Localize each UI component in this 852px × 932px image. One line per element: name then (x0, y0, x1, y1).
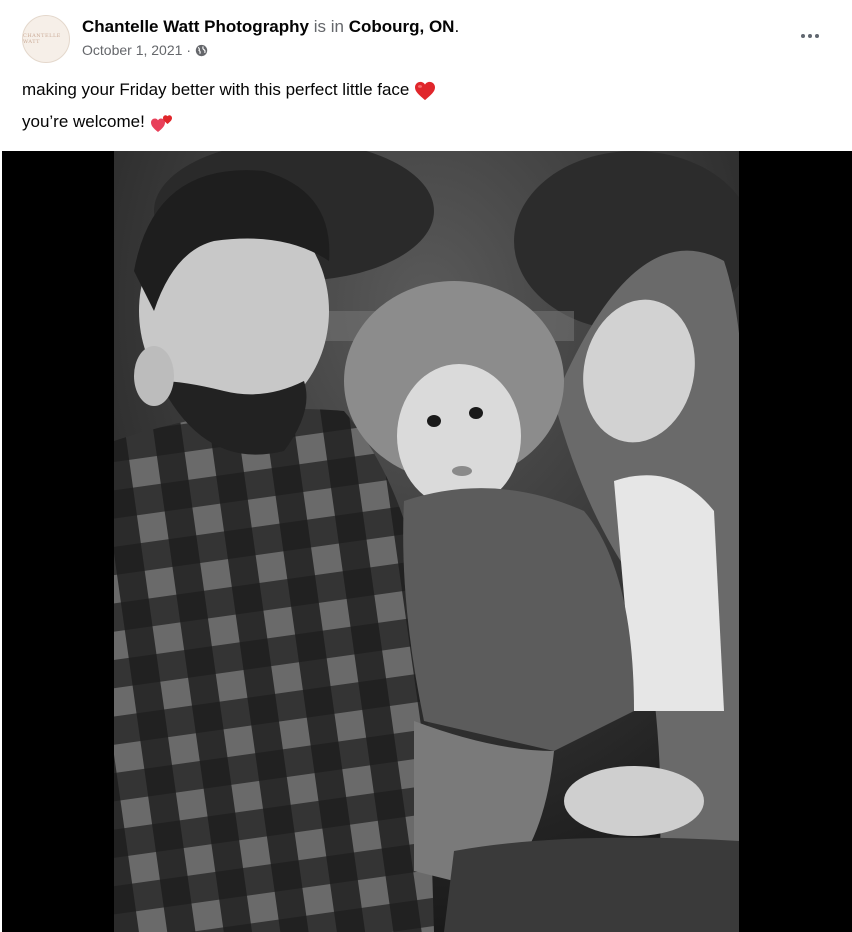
post-caption: making your Friday better with this perf… (22, 78, 436, 142)
post-header: CHANTELLE WATT Chantelle Watt Photograph… (0, 0, 852, 70)
date-separator: · (186, 42, 192, 58)
avatar-logo-text: CHANTELLE WATT (23, 33, 61, 45)
post-meta: Chantelle Watt Photography is in Cobourg… (82, 16, 459, 58)
more-dot (801, 34, 805, 38)
location-suffix: . (454, 17, 460, 36)
more-options-icon[interactable] (798, 28, 822, 44)
post-title-line: Chantelle Watt Photography is in Cobourg… (82, 16, 459, 38)
location-link[interactable]: Cobourg, ON (349, 17, 455, 36)
caption-text-2: you’re welcome! (22, 112, 145, 131)
author-name-link[interactable]: Chantelle Watt Photography (82, 17, 309, 36)
post-media[interactable] (2, 151, 852, 932)
photo-illustration (114, 151, 739, 932)
heart-icon (415, 81, 436, 100)
globe-icon[interactable] (195, 44, 208, 57)
caption-text-1: making your Friday better with this perf… (22, 80, 410, 99)
caption-line-2: you’re welcome! (22, 110, 436, 134)
facebook-post: CHANTELLE WATT Chantelle Watt Photograph… (0, 0, 852, 932)
more-dot (815, 34, 819, 38)
post-date-link[interactable]: October 1, 2021 (82, 42, 182, 58)
family-portrait-photo[interactable] (114, 151, 739, 932)
is-in-text: is in (313, 17, 344, 36)
page-avatar[interactable]: CHANTELLE WATT (22, 15, 70, 63)
two-hearts-icon (150, 114, 172, 132)
caption-line-1: making your Friday better with this perf… (22, 78, 436, 102)
post-subline: October 1, 2021 · (82, 42, 459, 58)
more-dot (808, 34, 812, 38)
